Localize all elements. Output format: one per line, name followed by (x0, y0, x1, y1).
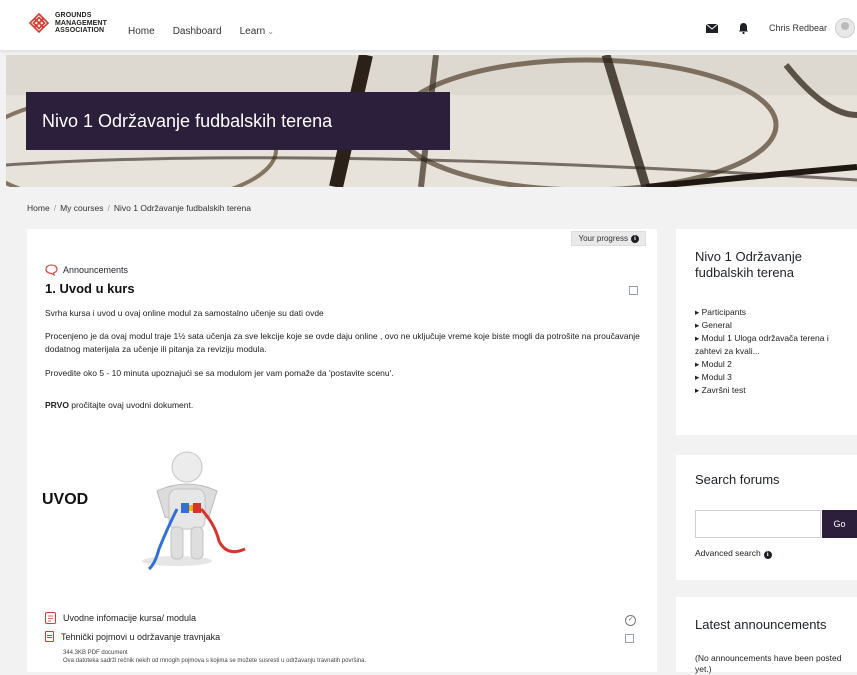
prvo-bold: PRVO (45, 400, 69, 410)
uvod-figure-image (142, 451, 246, 571)
nav-item-label: General (701, 320, 732, 330)
resource-label: Uvodne infomacije kursa/ modula (63, 613, 197, 623)
nav-learn-label: Learn (239, 26, 266, 37)
resource-description: Ova datoteka sadrži rečnik nekih od mnog… (63, 658, 367, 664)
completed-check-icon[interactable]: ✓ (625, 615, 636, 626)
chevron-down-icon: ⌄ (267, 27, 274, 36)
activity-completion-checkbox[interactable] (625, 634, 634, 643)
notifications-bell-icon[interactable] (738, 22, 749, 34)
progress-label: Your progress (578, 234, 628, 243)
search-forums-title: Search forums (695, 472, 780, 487)
course-navigation-block: Nivo 1 Održavanje fudbalskih terena ▸ Pa… (676, 229, 857, 435)
nav-item-modul-3[interactable]: ▸ Modul 3 (695, 371, 855, 384)
block-course-title[interactable]: Nivo 1 Održavanje fudbalskih terena (695, 249, 855, 281)
top-navbar: GROUNDS MANAGEMENT ASSOCIATION Home Dash… (0, 0, 857, 51)
info-icon[interactable]: i (763, 551, 772, 559)
announcements-label: Announcements (63, 265, 129, 275)
info-icon[interactable]: i (631, 234, 639, 243)
intro-paragraph-3: Provedite oko 5 - 10 minuta upoznajući s… (45, 368, 394, 378)
site-logo[interactable]: GROUNDS MANAGEMENT ASSOCIATION (28, 12, 115, 35)
forum-icon (45, 264, 58, 276)
resource-item[interactable]: Tehnički pojmovi u održavanje travnjaka (45, 631, 220, 642)
section-title: 1. Uvod u kurs (45, 281, 135, 296)
search-form: Go (695, 510, 857, 540)
breadcrumb-my-courses[interactable]: My courses (60, 203, 103, 213)
breadcrumb-home[interactable]: Home (27, 203, 50, 213)
nav-item-label: Završni test (701, 385, 746, 395)
latest-announcements-block: Latest announcements (No announcements h… (676, 597, 857, 674)
intro-paragraph-4: PRVO pročitajte ovaj uvodni dokument. (45, 399, 645, 412)
course-banner: Nivo 1 Održavanje fudbalskih terena (6, 55, 857, 187)
section-completion-checkbox[interactable] (629, 286, 638, 295)
page-icon (45, 612, 56, 624)
nav-item-label: Participants (701, 307, 747, 317)
course-title: Nivo 1 Održavanje fudbalskih terena (26, 92, 450, 150)
latest-announcements-title: Latest announcements (695, 617, 827, 632)
nav-dashboard[interactable]: Dashboard (173, 26, 222, 37)
pdf-icon (45, 631, 54, 642)
resource-meta: 344.3KB PDF document (63, 650, 128, 656)
search-forums-block: Search forums Go Advanced search i (676, 455, 857, 580)
nav-learn[interactable]: Learn ⌄ (240, 26, 274, 37)
nav-item-label: Modul 1 Uloga održavača terena i zahtevi… (695, 333, 829, 356)
primary-nav: Home Dashboard Learn ⌄ (128, 26, 274, 37)
nav-item-general[interactable]: ▸ General (695, 319, 855, 332)
uvod-image-label: UVOD (42, 491, 89, 508)
course-content: Your progress i Announcements 1. Uvod u k… (27, 229, 657, 672)
search-go-button[interactable]: Go (822, 510, 857, 538)
intro-paragraph-1: Svrha kursa i uvod u ovaj online modul z… (45, 308, 324, 318)
logo-mark-icon (28, 13, 50, 34)
nav-item-label: Modul 2 (701, 359, 732, 369)
nav-item-modul-2[interactable]: ▸ Modul 2 (695, 358, 855, 371)
breadcrumb: Home / My courses / Nivo 1 Održavanje fudbal… (27, 203, 251, 213)
breadcrumb-separator: / (53, 203, 57, 213)
user-area: Chris Redbear (705, 18, 857, 38)
resource-item[interactable]: Uvodne infomacije kursa/ modula (45, 612, 196, 624)
search-forums-input[interactable] (695, 510, 821, 538)
advanced-search-label: Advanced search (695, 548, 761, 558)
announcements-link[interactable]: Announcements (45, 264, 128, 276)
user-avatar[interactable] (835, 18, 855, 38)
user-name[interactable]: Chris Redbear (769, 23, 827, 33)
advanced-search-link[interactable]: Advanced search i (695, 548, 772, 559)
prvo-rest: pročitajte ovaj uvodni dokument. (68, 400, 194, 410)
course-nav-list: ▸ Participants ▸ General ▸ Modul 1 Uloga… (695, 306, 855, 397)
nav-item-modul-1[interactable]: ▸ Modul 1 Uloga održavača terena i zahte… (695, 332, 855, 358)
nav-item-participants[interactable]: ▸ Participants (695, 306, 855, 319)
resource-label: Tehnički pojmovi u održavanje travnjaka (61, 631, 221, 642)
nav-item-label: Modul 3 (701, 372, 732, 382)
logo-text: GROUNDS MANAGEMENT ASSOCIATION (55, 12, 107, 34)
intro-paragraph-2: Procenjeno je da ovaj modul traje 1½ sat… (45, 331, 640, 354)
nav-item-final-test[interactable]: ▸ Završni test (695, 384, 855, 397)
nav-home[interactable]: Home (128, 26, 155, 37)
progress-badge: Your progress i (571, 231, 646, 246)
breadcrumb-separator: / (107, 203, 110, 213)
messages-icon[interactable] (705, 23, 718, 33)
breadcrumb-course[interactable]: Nivo 1 Održavanje fudbalskih terena (114, 203, 251, 213)
